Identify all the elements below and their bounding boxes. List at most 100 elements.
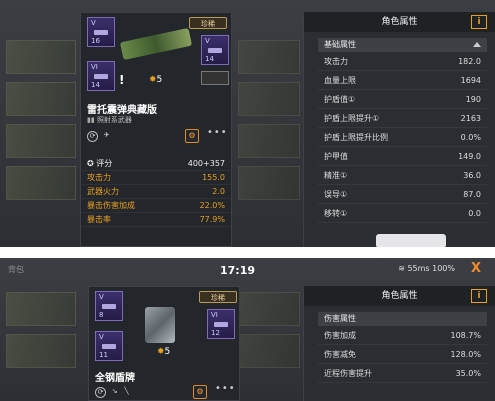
mod-icon (208, 48, 222, 53)
attributes-title: 角色属性 (381, 291, 418, 301)
warning-icon: ! (119, 73, 125, 87)
character-attributes-panel: 角色属性 i 伤害属性 伤害加成 108.7% 伤害减免 128.0% 近程伤害提升… (303, 286, 495, 401)
network-status: ≋ 55ms 100% (398, 264, 455, 273)
mod-slot[interactable]: V 14 (201, 35, 229, 65)
mod-rank: V (205, 37, 210, 45)
stat-label: 攻击力 (87, 173, 111, 182)
stat-value: 77.9% (199, 215, 225, 224)
attribute-row: 护盾值① 190 (318, 90, 487, 109)
attribute-value: 0.0% (460, 133, 481, 142)
more-options-button[interactable]: ••• (215, 383, 236, 394)
inventory-slot[interactable] (238, 82, 300, 116)
stat-row: 暴击率 77.9% (81, 213, 231, 227)
tool-icon[interactable]: ↘ (109, 387, 120, 398)
mod-level: 14 (91, 81, 100, 89)
compare-icon[interactable]: ⟳ (95, 387, 106, 398)
attribute-label: 精准① (324, 171, 348, 180)
inventory-slot[interactable] (238, 334, 300, 368)
mod-icon (214, 322, 228, 327)
score-label: 评分 (96, 159, 113, 168)
mod-slot[interactable]: V 8 (95, 291, 123, 321)
attributes-header: 角色属性 i (304, 286, 495, 306)
weapon-name: 雷托震弹典藏版 (87, 105, 157, 116)
inventory-slot[interactable] (6, 124, 76, 158)
mod-level: 12 (211, 329, 220, 337)
stat-row-score: ✪ 评分 400+357 (81, 157, 231, 171)
inventory-slot[interactable] (6, 292, 76, 326)
mod-icon (94, 30, 108, 35)
inventory-slot[interactable] (238, 166, 300, 200)
attribute-label: 攻击力 (324, 57, 348, 66)
attribute-value: 182.0 (458, 57, 481, 66)
attribute-row: 伤害减免 128.0% (318, 345, 487, 364)
mod-slot[interactable]: VI 14 (87, 61, 115, 91)
lock-icon[interactable]: ✈ (101, 131, 112, 142)
dismantle-button[interactable]: ⚙ (193, 385, 207, 399)
inventory-background-slots (6, 292, 76, 376)
weapon-stats: ✪ 评分 400+357 攻击力 155.0 武器火力 2.0 暴击伤害加成 22.0%… (81, 157, 231, 227)
weapon-image (119, 27, 193, 61)
mod-level: 11 (99, 351, 108, 359)
attribute-value: 2163 (460, 114, 481, 123)
collapse-icon (473, 42, 481, 47)
inventory-slot[interactable] (238, 40, 300, 74)
status-bar: 背包 17:19 ≋ 55ms 100% X (0, 258, 495, 280)
inventory-slot[interactable] (238, 124, 300, 158)
attribute-value: 190 (465, 95, 481, 104)
rarity-badge: 珍稀 (189, 17, 227, 29)
attribute-label: 伤害减免 (324, 350, 356, 359)
inventory-slot[interactable] (6, 334, 76, 368)
star-icon: ✸ (157, 347, 165, 357)
group-title: 基础属性 (324, 40, 356, 49)
mod-slot-empty[interactable] (201, 71, 229, 85)
star-count: 5 (164, 347, 171, 357)
star-icon: ✸ (149, 75, 157, 85)
attribute-row: 护盾上限提升比例 0.0% (318, 128, 487, 147)
attribute-row: 精准① 36.0 (318, 166, 487, 185)
mod-icon (102, 304, 116, 309)
attribute-row: 移转① 0.0 (318, 204, 487, 223)
attribute-value: 149.0 (458, 152, 481, 161)
mod-rank: V (99, 293, 104, 301)
attribute-row: 误导① 87.0 (318, 185, 487, 204)
inventory-slot[interactable] (238, 292, 300, 326)
attribute-group-header[interactable]: 基础属性 (318, 38, 487, 52)
mod-level: 14 (205, 55, 214, 63)
attribute-label: 护盾值① (324, 95, 356, 104)
attribute-value: 35.0% (455, 369, 481, 378)
mod-rank: V (91, 19, 96, 27)
mod-slot[interactable]: VI 12 (207, 309, 235, 339)
compare-icon[interactable]: ⟳ (87, 131, 98, 142)
stat-label: 武器火力 (87, 187, 119, 196)
weapon-detail-card: V 16 珍稀 V 14 VI 14 ! ✸5 雷托震弹典藏版 ▮▮ 照射系武器… (80, 12, 232, 247)
inventory-background-slots-right (238, 292, 300, 376)
attribute-group-header[interactable]: 伤害属性 (318, 312, 487, 326)
star-level: ✸5 (149, 75, 162, 85)
rarity-label: 珍稀 (201, 20, 215, 28)
stat-label: ✪ 评分 (87, 157, 112, 170)
inventory-slot[interactable] (6, 82, 76, 116)
attribute-label: 血量上限 (324, 76, 356, 85)
attribute-label: 误导① (324, 190, 348, 199)
info-icon[interactable]: i (471, 289, 487, 303)
inventory-slot[interactable] (6, 166, 76, 200)
inventory-background-slots-right (238, 40, 300, 208)
weapon-detail-card: V 8 珍稀 VI 12 V 11 ✸5 全钢盾牌 ⟳ ↘ ╲ ⚙ ••• (88, 286, 240, 401)
type-icon: ▮▮ (87, 116, 97, 124)
mod-level: 16 (91, 37, 100, 45)
mod-slot[interactable]: V 16 (87, 17, 115, 47)
attribute-row: 护盾上限提升① 2163 (318, 109, 487, 128)
attribute-value: 87.0 (463, 190, 481, 199)
dismantle-button[interactable]: ⚙ (185, 129, 199, 143)
stat-row: 武器火力 2.0 (81, 185, 231, 199)
more-options-button[interactable]: ••• (207, 127, 228, 138)
close-button[interactable]: X (471, 261, 481, 276)
info-icon[interactable]: i (471, 15, 487, 29)
slash-icon[interactable]: ╲ (121, 387, 132, 398)
rarity-badge: 珍稀 (199, 291, 237, 303)
attribute-row: 近程伤害提升 35.0% (318, 364, 487, 383)
character-attributes-panel: 角色属性 i 基础属性 攻击力 182.0 血量上限 1694 护盾值① 190 护盾… (303, 12, 495, 247)
attribute-label: 护盾上限提升比例 (324, 133, 388, 142)
mod-slot[interactable]: V 11 (95, 331, 123, 361)
inventory-slot[interactable] (6, 40, 76, 74)
